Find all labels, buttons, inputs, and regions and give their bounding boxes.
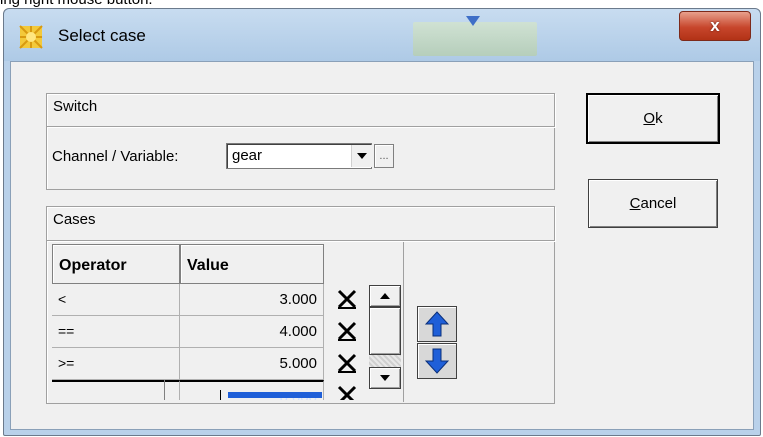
cancel-button-label: Cancel (629, 195, 677, 212)
move-down-button[interactable] (417, 343, 457, 379)
dialog-title: Select case (58, 26, 146, 45)
channel-variable-label: Channel / Variable: (52, 148, 179, 165)
scrollbar-thumb[interactable] (369, 307, 401, 355)
ok-button-label: Ok (643, 110, 663, 127)
move-up-button[interactable] (417, 306, 457, 342)
background-window-blur (413, 22, 537, 56)
value-cell[interactable]: 4.000 (180, 316, 324, 348)
arrow-down-icon (425, 348, 449, 374)
grid-frame-divider (403, 242, 404, 402)
close-icon: x (710, 16, 720, 35)
delete-row-icon[interactable] (336, 384, 358, 400)
chevron-down-icon[interactable] (351, 145, 372, 167)
scroll-down-button[interactable] (369, 367, 401, 389)
cell-divider (164, 380, 165, 400)
ok-button[interactable]: Ok (586, 93, 720, 144)
chevron-up-icon (380, 293, 390, 299)
background-caption: ing right mouse button. (0, 0, 153, 8)
value-cell[interactable]: 3.000 (180, 284, 324, 316)
cases-grid: Operator Value < 3.000 == 4.000 >= 5.000… (52, 244, 404, 400)
text-caret (220, 390, 221, 400)
channel-variable-value: gear (232, 147, 263, 164)
scroll-up-button[interactable] (369, 285, 401, 307)
column-header-value[interactable]: Value (180, 244, 324, 284)
switch-group-header: Switch (46, 93, 555, 127)
delete-row-icon[interactable] (336, 320, 358, 342)
chevron-down-icon (380, 375, 390, 381)
operator-cell[interactable]: >= (52, 348, 180, 380)
operator-cell[interactable]: < (52, 284, 180, 316)
column-header-operator[interactable]: Operator (52, 244, 180, 284)
operator-cell[interactable] (52, 380, 180, 400)
delete-row-icon[interactable] (336, 352, 358, 374)
selection-highlight (228, 392, 322, 398)
value-cell[interactable]: 5.000 (180, 348, 324, 380)
cancel-button[interactable]: Cancel (588, 179, 718, 228)
background-marker-icon (466, 16, 480, 26)
arrow-up-icon (425, 311, 449, 337)
operator-cell[interactable]: == (52, 316, 180, 348)
cases-group-header: Cases (46, 206, 555, 241)
scrollbar-track-lower[interactable] (369, 355, 401, 367)
delete-row-icon[interactable] (336, 288, 358, 310)
app-icon (19, 25, 43, 49)
browse-button[interactable]: ... (374, 144, 394, 168)
close-button[interactable]: x (679, 11, 751, 41)
